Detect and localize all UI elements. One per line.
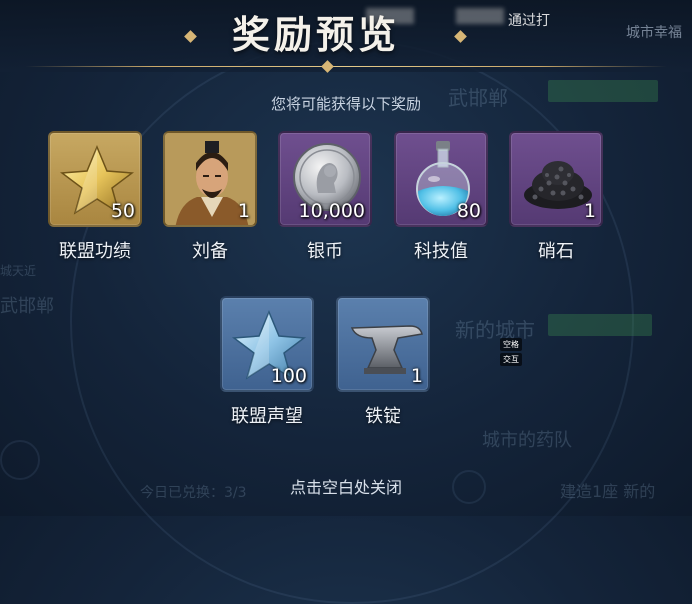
reward-tile-saltpeter[interactable]: 1 <box>509 131 603 227</box>
redacted-block <box>456 8 504 24</box>
divider-ornament <box>321 60 334 73</box>
reward-quantity: 100 <box>270 365 307 387</box>
title-ornament-right <box>454 30 467 43</box>
modal-header: 通过打 奖励预览 <box>0 0 692 73</box>
reward-quantity: 1 <box>237 200 250 222</box>
bg-new-city: 新的城市 <box>455 318 535 342</box>
bg-green-bar-2 <box>548 314 652 336</box>
reward-tile-iron-ingot[interactable]: 1 <box>336 296 430 392</box>
reward-tile-silver-coin[interactable]: 10,000 <box>278 131 372 227</box>
reward-label: 铁锭 <box>365 406 401 427</box>
reward-label: 科技值 <box>414 241 468 262</box>
reward-tile-liu-bei[interactable]: 1 <box>163 131 257 227</box>
bg-left-small: 城天近 <box>0 264 37 278</box>
title-ornament-left <box>184 30 197 43</box>
reward-quantity: 50 <box>110 200 135 222</box>
key-hint-space: 空格 <box>500 338 522 351</box>
reward-quantity: 1 <box>410 365 423 387</box>
key-hint-interact: 交互 <box>500 353 522 366</box>
reward-quantity: 1 <box>583 200 596 222</box>
reward-label: 联盟声望 <box>231 406 303 427</box>
reward-quantity: 10,000 <box>298 200 365 222</box>
notice-fragment: 通过打 <box>508 13 550 29</box>
bg-right-lower: 城市的药队 <box>482 430 572 451</box>
reward-label: 银币 <box>307 241 343 262</box>
reward-label: 刘备 <box>192 241 228 262</box>
reward-subtitle: 您将可能获得以下奖励 <box>270 95 421 113</box>
close-hint[interactable]: 点击空白处关闭 <box>0 474 692 498</box>
reward-tile-alliance-merit[interactable]: 50 <box>48 131 142 227</box>
reward-quantity: 80 <box>456 200 481 222</box>
reward-tile-alliance-reputation[interactable]: 100 <box>220 296 314 392</box>
reward-label: 硝石 <box>538 241 574 262</box>
bg-top-right-label: 城市幸福 <box>626 25 682 41</box>
reward-tile-tech-points[interactable]: 80 <box>394 131 488 227</box>
page-title: 奖励预览 <box>232 13 401 57</box>
reward-label: 联盟功绩 <box>59 241 131 262</box>
header-divider <box>25 66 667 67</box>
bg-left-city: 武邯郸 <box>0 296 54 317</box>
